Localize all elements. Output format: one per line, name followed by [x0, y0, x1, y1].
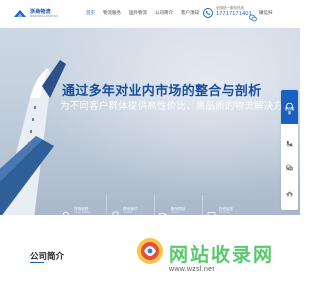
site-logo[interactable]: 浙商物流 ZHESHANG LOGISTICS: [13, 8, 58, 20]
hotline-label: 全国统一服务热线: [216, 6, 244, 10]
main-nav: 首页 物流服务 国外物流 公司简介 客户须知: [86, 10, 207, 16]
truck-icon: [159, 207, 168, 219]
hero-banner: 通过多年对业内市场的整合与剖析 为不同客户群体提供高性价比、高品质的物流解决方案: [0, 28, 300, 215]
service-comment[interactable]: 在线留言 Comment: [202, 195, 250, 227]
nav-item-home[interactable]: 首页: [86, 10, 95, 16]
logo-name-en: ZHESHANG LOGISTICS: [30, 14, 58, 18]
hero-subtitle: 为不同客户群体提供高性价比、高品质的物流解决方案: [60, 101, 293, 110]
arrow-up-icon: [286, 184, 293, 195]
wechat-icon: [286, 158, 293, 170]
phone-icon: [111, 207, 120, 219]
service-label-en: Cargo tracking: [74, 210, 91, 214]
watermark-url: www.wzsl.net: [169, 266, 215, 273]
floating-side-bar: 在线客服 电话 微信 置顶: [281, 90, 298, 210]
watermark-logo-icon: [137, 238, 163, 264]
watermark-text: 网站收录网: [169, 245, 275, 266]
side-item-label: 微信: [286, 166, 293, 171]
hotline-number[interactable]: 17717171401: [216, 11, 252, 18]
nav-item-international[interactable]: 国外物流: [129, 10, 147, 16]
service-items[interactable]: 服务项目 Service: [154, 195, 202, 227]
nav-item-about[interactable]: 公司简介: [155, 10, 173, 16]
wechat-link[interactable]: 微信扫: [249, 9, 273, 22]
about-section-title: 公司简介: [30, 251, 65, 261]
logo-name: 浙商物流: [30, 8, 51, 15]
nav-item-customer-notice[interactable]: 客户须知: [181, 10, 199, 16]
side-item-label: 置顶: [286, 192, 293, 197]
nav-item-logistics-service[interactable]: 物流服务: [103, 10, 121, 16]
hero-title: 通过多年对业内市场的整合与剖析: [62, 83, 262, 98]
airplane-image: [0, 60, 66, 215]
search-icon: [62, 207, 71, 219]
service-label-en: Contact: [123, 210, 132, 214]
site-header: 浙商物流 ZHESHANG LOGISTICS 首页 物流服务 国外物流 公司简…: [0, 0, 300, 28]
phone-icon: [203, 8, 213, 18]
wechat-label: 微信扫: [259, 10, 273, 15]
phone-icon: [286, 134, 293, 146]
title-underline: [30, 262, 44, 263]
service-shortcuts: 货物追踪 Cargo tracking 联系我们 Contact 服务项目 Se…: [0, 195, 300, 227]
logo-icon: [13, 8, 27, 20]
side-item-phone[interactable]: 电话: [281, 130, 298, 150]
online-service-button[interactable]: 在线客服: [281, 90, 298, 124]
service-label-en: Service: [171, 210, 180, 214]
side-item-top[interactable]: 置顶: [281, 180, 298, 200]
side-item-wechat[interactable]: 微信: [281, 154, 298, 174]
service-cargo-tracking[interactable]: 货物追踪 Cargo tracking: [58, 195, 106, 227]
hotline: 全国统一服务热线 17717171401: [216, 6, 252, 18]
online-service-label: 在线客服: [284, 107, 295, 115]
service-contact[interactable]: 联系我们 Contact: [106, 195, 154, 227]
wechat-icon: [249, 9, 257, 22]
service-label-en: Comment: [219, 210, 231, 214]
watermark: 网站收录网 www.wzsl.net: [135, 235, 295, 297]
message-icon: [207, 207, 216, 220]
side-item-label: 电话: [286, 142, 293, 147]
